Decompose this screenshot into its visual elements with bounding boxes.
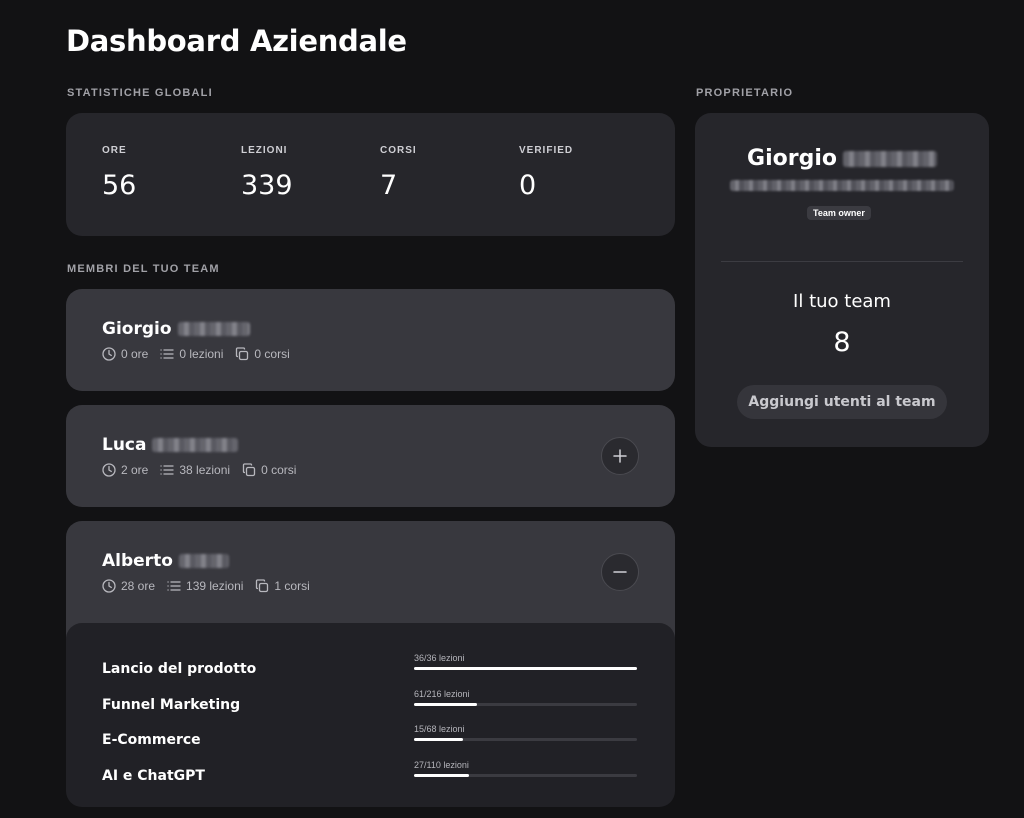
redacted-email (730, 180, 954, 191)
member-lessons: 139 lezioni (167, 579, 243, 593)
list-icon (160, 349, 175, 359)
stat-value: 56 (102, 170, 137, 201)
member-meta: 28 ore 139 lezioni 1 corsi (102, 579, 322, 593)
redacted-surname (842, 151, 937, 167)
courses-text: 0 corsi (261, 463, 297, 477)
hours-text: 2 ore (121, 463, 149, 477)
copy-icon (242, 463, 256, 477)
copy-icon (236, 347, 249, 361)
redacted-surname (152, 438, 239, 452)
member-name: Luca (102, 435, 239, 455)
member-first-name: Giorgio (102, 319, 172, 339)
course-row: Funnel Marketing 61/216 lezioni (102, 689, 638, 719)
stat-courses: CORSI 7 (380, 145, 417, 201)
course-progress-track (414, 667, 637, 670)
member-name: Giorgio (102, 319, 250, 339)
member-courses: 0 corsi (235, 347, 290, 361)
member-first-name: Alberto (102, 551, 173, 571)
member-hours: 2 ore (102, 463, 148, 477)
stat-label: LEZIONI (241, 145, 288, 156)
clock-icon (102, 463, 116, 477)
team-owner-badge: Team owner (807, 206, 871, 220)
team-label: Il tuo team (793, 291, 891, 312)
stat-value: 7 (380, 170, 398, 201)
member-lessons: 38 lezioni (160, 463, 230, 477)
lessons-text: 0 lezioni (179, 347, 224, 361)
global-stats-card: ORE 56 LEZIONI 339 CORSI 7 VERIFIED 0 (66, 113, 675, 236)
list-icon (167, 581, 181, 591)
course-row: AI e ChatGPT 27/110 lezioni (102, 760, 638, 790)
member-courses: 0 corsi (242, 463, 296, 477)
course-progress-fill (414, 667, 637, 670)
course-progress-label: 61/216 lezioni (414, 689, 470, 699)
clock-icon (102, 347, 116, 361)
stats-section-label: STATISTICHE GLOBALI (67, 87, 213, 99)
add-users-button[interactable]: Aggiungi utenti al team (737, 385, 947, 419)
course-row: E-Commerce 15/68 lezioni (102, 724, 638, 754)
member-meta: 2 ore 38 lezioni 0 corsi (102, 463, 308, 477)
stat-hours: ORE 56 (102, 145, 136, 201)
stat-value: 339 (241, 170, 293, 201)
members-section-label: MEMBRI DEL TUO TEAM (67, 263, 220, 275)
divider (721, 261, 963, 262)
course-progress-label: 15/68 lezioni (414, 724, 465, 734)
member-courses-panel: Lancio del prodotto 36/36 lezioni Funnel… (66, 623, 675, 807)
course-progress-label: 36/36 lezioni (414, 653, 465, 663)
list-icon (160, 465, 175, 475)
team-count: 8 (833, 327, 851, 358)
hours-text: 0 ore (121, 347, 149, 361)
course-progress-track (414, 738, 637, 741)
course-progress-fill (414, 738, 464, 741)
member-hours: 0 ore (102, 347, 148, 361)
course-name: Funnel Marketing (102, 697, 241, 713)
minus-icon (613, 571, 627, 573)
owner-card: Giorgio Team owner Il tuo team 8 Aggiung… (695, 113, 989, 447)
member-card-luca[interactable]: Luca 2 ore 38 lezioni 0 corsi (66, 405, 675, 507)
course-name: E-Commerce (102, 732, 201, 748)
lessons-text: 139 lezioni (186, 579, 244, 593)
owner-name: Giorgio (695, 146, 989, 171)
stat-label: VERIFIED (519, 145, 574, 156)
copy-icon (256, 579, 269, 593)
redacted-surname (178, 554, 229, 568)
stat-value: 0 (519, 170, 537, 201)
course-progress-track (414, 703, 637, 706)
course-row: Lancio del prodotto 36/36 lezioni (102, 653, 638, 683)
member-first-name: Luca (102, 435, 147, 455)
page-title: Dashboard Aziendale (66, 24, 407, 58)
member-lessons: 0 lezioni (160, 347, 223, 361)
clock-icon (102, 579, 116, 593)
member-hours: 28 ore (102, 579, 155, 593)
course-progress-track (414, 774, 637, 777)
course-name: Lancio del prodotto (102, 661, 257, 677)
expand-button[interactable] (601, 437, 639, 475)
course-progress-fill (414, 703, 477, 706)
stat-label: CORSI (380, 145, 417, 156)
course-name: AI e ChatGPT (102, 768, 205, 784)
member-name: Alberto (102, 551, 229, 571)
owner-first-name: Giorgio (747, 146, 837, 171)
stat-lessons: LEZIONI 339 (241, 145, 293, 201)
redacted-surname (177, 322, 250, 336)
courses-text: 1 corsi (274, 579, 310, 593)
plus-icon (613, 449, 627, 463)
course-progress-fill (414, 774, 469, 777)
courses-text: 0 corsi (254, 347, 290, 361)
lessons-text: 38 lezioni (179, 463, 231, 477)
member-courses: 1 corsi (255, 579, 310, 593)
course-progress-label: 27/110 lezioni (414, 760, 469, 770)
member-meta: 0 ore 0 lezioni 0 corsi (102, 347, 302, 361)
collapse-button[interactable] (601, 553, 639, 591)
owner-section-label: PROPRIETARIO (696, 87, 794, 99)
hours-text: 28 ore (121, 579, 156, 593)
member-card-giorgio[interactable]: Giorgio 0 ore 0 lezioni 0 corsi (66, 289, 675, 391)
stat-label: ORE (102, 145, 127, 156)
stat-verified: VERIFIED 0 (519, 145, 573, 201)
